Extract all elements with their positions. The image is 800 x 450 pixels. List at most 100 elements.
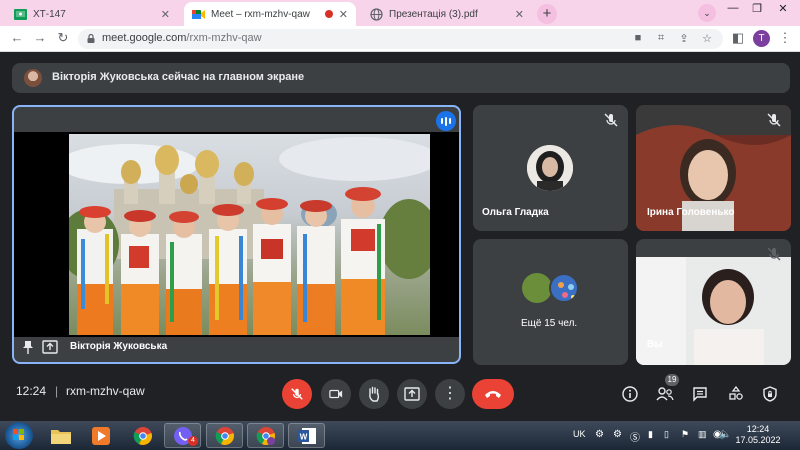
participant-tile[interactable]: Ірина Головенько bbox=[636, 105, 791, 231]
host-controls-button[interactable] bbox=[760, 384, 780, 404]
camera-toggle-button[interactable] bbox=[321, 379, 351, 409]
mic-toggle-button[interactable] bbox=[282, 379, 312, 409]
tray-icon[interactable]: ⚙ bbox=[613, 429, 622, 440]
participant-tile[interactable]: Ольга Гладка bbox=[473, 105, 628, 231]
presentation-tile[interactable]: Вікторія Жуковська bbox=[12, 105, 461, 364]
address-bar[interactable]: meet.google.com/rxm-mzhv-qaw ■ ⌗ ⇪ ☆ bbox=[78, 29, 723, 49]
pin-icon[interactable] bbox=[22, 340, 34, 354]
banner-text: Вікторія Жуковська сейчас на главном экр… bbox=[52, 71, 305, 83]
taskbar-chrome-window[interactable] bbox=[206, 423, 243, 448]
chrome-icon bbox=[133, 426, 152, 445]
avatar bbox=[527, 145, 573, 191]
close-icon[interactable]: ✕ bbox=[339, 8, 348, 21]
profile-avatar[interactable]: T bbox=[753, 30, 770, 47]
windows-start-button[interactable] bbox=[5, 422, 33, 449]
taskbar-media-player[interactable] bbox=[82, 423, 119, 448]
presentation-banner: Вікторія Жуковська сейчас на главном экр… bbox=[12, 63, 790, 93]
taskbar-chrome[interactable] bbox=[124, 423, 161, 448]
url-host: meet.google.com bbox=[102, 32, 187, 44]
speaking-indicator-icon bbox=[436, 111, 456, 131]
tab-pdf[interactable]: Презентація (3).pdf ✕ bbox=[362, 2, 532, 26]
avatar bbox=[522, 273, 552, 303]
side-panel-icon[interactable]: ◧ bbox=[729, 29, 747, 47]
volume-icon[interactable]: 🔈 bbox=[719, 429, 731, 440]
url-path: /rxm-mzhv-qaw bbox=[186, 32, 262, 44]
recording-indicator-icon bbox=[324, 10, 333, 18]
camera-icon bbox=[329, 389, 343, 399]
self-tile[interactable]: Вы bbox=[636, 239, 791, 365]
tab-search-icon[interactable]: ⌄ bbox=[698, 4, 716, 22]
chrome-profile-icon bbox=[256, 426, 275, 445]
avatar bbox=[549, 273, 579, 303]
more-participants-tile[interactable]: Ещё 15 чел. bbox=[473, 239, 628, 365]
photo-illustration bbox=[69, 137, 430, 335]
present-screen-icon bbox=[404, 387, 420, 401]
chat-icon bbox=[693, 387, 707, 402]
lock-icon[interactable] bbox=[87, 34, 95, 43]
meeting-code: rxm-mzhv-qaw bbox=[66, 384, 145, 398]
system-clock[interactable]: 12:24 17.05.2022 bbox=[733, 424, 783, 446]
tray-icon[interactable]: ⚙ bbox=[595, 429, 604, 440]
language-indicator[interactable]: UK bbox=[573, 429, 586, 439]
taskbar-explorer[interactable] bbox=[42, 423, 79, 448]
present-screen-icon bbox=[42, 340, 58, 354]
back-icon[interactable]: ← bbox=[8, 29, 26, 47]
divider: | bbox=[55, 384, 59, 398]
close-icon[interactable]: ✕ bbox=[161, 8, 170, 21]
chat-button[interactable] bbox=[690, 384, 710, 404]
globe-icon bbox=[370, 7, 383, 21]
people-button[interactable] bbox=[655, 384, 675, 404]
activities-icon bbox=[729, 386, 743, 400]
word-icon: W bbox=[297, 427, 316, 444]
forward-icon[interactable]: → bbox=[31, 29, 49, 47]
close-icon[interactable]: ✕ bbox=[515, 8, 524, 21]
more-options-button[interactable]: ⋮ bbox=[435, 379, 465, 409]
new-tab-button[interactable]: + bbox=[537, 4, 557, 24]
avatar bbox=[24, 69, 42, 87]
taskbar-viber[interactable]: 4 bbox=[164, 423, 201, 448]
mic-off-icon bbox=[291, 388, 303, 400]
present-now-button[interactable] bbox=[397, 379, 427, 409]
media-player-icon bbox=[91, 426, 110, 445]
leave-call-button[interactable] bbox=[472, 379, 514, 409]
minimize-icon[interactable]: — bbox=[722, 2, 744, 14]
clock-date: 17.05.2022 bbox=[735, 435, 781, 445]
svg-text:W: W bbox=[299, 432, 307, 441]
folder-icon bbox=[50, 429, 71, 444]
classroom-icon bbox=[14, 8, 27, 20]
meeting-details-button[interactable] bbox=[620, 384, 640, 404]
translate-icon[interactable]: ⌗ bbox=[654, 32, 668, 45]
reload-icon[interactable]: ↻ bbox=[54, 29, 72, 47]
shield-lock-icon bbox=[763, 386, 777, 402]
shared-photo bbox=[69, 134, 430, 335]
tab-meet[interactable]: Meet – rxm-mzhv-qaw ✕ bbox=[184, 2, 356, 26]
avatar-portrait bbox=[558, 282, 575, 299]
taskbar-word[interactable]: W bbox=[288, 423, 325, 448]
network-icon[interactable]: ▮ bbox=[648, 429, 653, 440]
camera-permission-icon[interactable]: ■ bbox=[631, 32, 645, 44]
window-close-icon[interactable]: ✕ bbox=[772, 2, 794, 15]
clock-time: 12:24 bbox=[746, 424, 770, 434]
chrome-menu-icon[interactable]: ⋮ bbox=[776, 29, 794, 47]
activities-button[interactable] bbox=[726, 384, 746, 404]
avatar-portrait bbox=[527, 145, 573, 191]
taskbar-chrome-profile[interactable] bbox=[247, 423, 284, 448]
google-meet-icon bbox=[192, 9, 205, 19]
participant-name: Ольга Гладка bbox=[482, 207, 549, 218]
raise-hand-button[interactable] bbox=[359, 379, 389, 409]
self-name: Вы bbox=[647, 339, 663, 350]
end-call-icon bbox=[485, 391, 501, 398]
signal-icon[interactable]: ▥ bbox=[698, 429, 707, 440]
tab-classroom[interactable]: ХТ-147 ✕ bbox=[6, 2, 178, 26]
url-text: meet.google.com/rxm-mzhv-qaw bbox=[102, 32, 262, 44]
bookmark-star-icon[interactable]: ☆ bbox=[700, 32, 714, 45]
battery-icon[interactable]: ▯ bbox=[664, 429, 669, 440]
share-icon[interactable]: ⇪ bbox=[677, 32, 691, 45]
tab-label: Meet – rxm-mzhv-qaw bbox=[211, 8, 310, 20]
mic-off-icon bbox=[767, 247, 781, 261]
skype-icon[interactable]: Ⓢ bbox=[630, 429, 640, 444]
windows-logo-icon bbox=[13, 429, 24, 440]
flag-icon[interactable]: ⚑ bbox=[681, 429, 689, 440]
restore-icon[interactable]: ❐ bbox=[746, 2, 768, 15]
participant-name: Ірина Головенько bbox=[647, 207, 735, 218]
